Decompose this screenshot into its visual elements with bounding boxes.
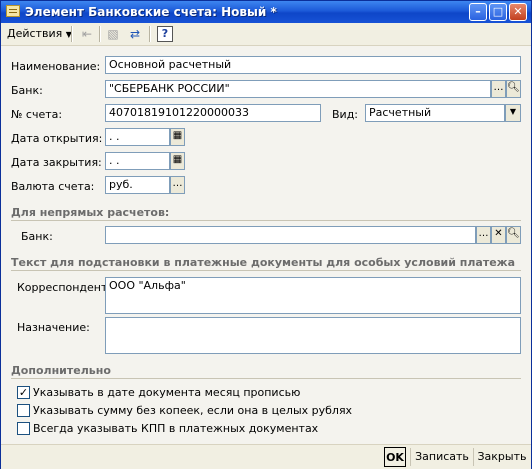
account-field[interactable]: 40701819101220000033 — [105, 104, 321, 122]
bottom-bar: OK Записать Закрыть — [1, 444, 531, 469]
account-label: № счета: — [11, 108, 63, 121]
section-divider — [11, 220, 521, 221]
ok-button[interactable]: OK — [384, 447, 406, 467]
kind-select[interactable]: Расчетный — [365, 104, 505, 122]
option-label-1: Указывать в дате документа месяц пропись… — [33, 386, 301, 399]
maximize-button[interactable]: □ — [489, 3, 507, 21]
structure-icon[interactable]: ▧ — [105, 26, 121, 42]
indirect-bank-search-icon[interactable]: 🔍︎ — [506, 226, 521, 244]
dialog-window: Элемент Банковские счета: Новый * – □ ✕ … — [0, 0, 532, 469]
bank-search-icon[interactable]: 🔍︎ — [506, 80, 521, 98]
open-date-field[interactable]: . . — [105, 128, 170, 146]
option-label-3: Всегда указывать КПП в платежных докумен… — [33, 422, 319, 435]
toolbar-separator — [71, 26, 73, 42]
indirect-bank-label: Банк: — [21, 230, 53, 243]
option-checkbox-2[interactable] — [17, 404, 30, 417]
indirect-bank-clear-icon[interactable]: ✕ — [491, 226, 506, 244]
correspondent-label: Корреспондент: — [17, 281, 112, 294]
open-date-label: Дата открытия: — [11, 132, 103, 145]
paydocs-section-title: Текст для подстановки в платежные докуме… — [11, 256, 516, 269]
correspondent-textarea[interactable]: ООО "Альфа" — [105, 277, 521, 314]
close-window-button[interactable]: ✕ — [509, 3, 527, 21]
currency-field[interactable]: руб. — [105, 176, 170, 194]
currency-label: Валюта счета: — [11, 180, 95, 193]
section-divider — [11, 270, 521, 271]
option-checkbox-3[interactable] — [17, 422, 30, 435]
go-to-parent-icon[interactable]: ⇤ — [79, 26, 95, 42]
actions-menu[interactable]: Действия ▼ — [7, 25, 72, 42]
indirect-bank-field[interactable] — [105, 226, 476, 244]
close-date-field[interactable]: . . — [105, 152, 170, 170]
purpose-label: Назначение: — [17, 321, 90, 334]
minimize-button[interactable]: – — [469, 3, 487, 21]
extra-section-title: Дополнительно — [11, 364, 111, 377]
name-label: Наименование: — [11, 60, 101, 73]
button-separator — [473, 448, 474, 466]
toolbar: Действия ▼ ⇤ ▧ ⇄ ? — [1, 23, 531, 46]
close-button[interactable]: Закрыть — [477, 447, 527, 467]
refresh-icon[interactable]: ⇄ — [127, 26, 143, 42]
toolbar-separator — [99, 26, 101, 42]
kind-dropdown-icon[interactable]: ▼ — [505, 104, 521, 122]
bank-select-button[interactable]: … — [491, 80, 506, 98]
purpose-textarea[interactable] — [105, 317, 521, 354]
toolbar-separator — [149, 26, 151, 42]
bank-label: Банк: — [11, 84, 43, 97]
open-date-calendar-icon[interactable]: ▦ — [170, 128, 185, 146]
window-title: Элемент Банковские счета: Новый * — [25, 5, 277, 19]
indirect-bank-select-button[interactable]: … — [476, 226, 491, 244]
indirect-section-title: Для непрямых расчетов: — [11, 206, 170, 219]
currency-select-button[interactable]: … — [170, 176, 185, 194]
button-separator — [410, 448, 411, 466]
title-bar[interactable]: Элемент Банковские счета: Новый * – □ ✕ — [1, 1, 531, 23]
kind-label: Вид: — [332, 108, 359, 121]
close-date-label: Дата закрытия: — [11, 156, 102, 169]
name-field[interactable]: Основной расчетный — [105, 56, 521, 74]
bank-field[interactable]: "СБЕРБАНК РОССИИ" — [105, 80, 491, 98]
actions-label: Действия — [7, 27, 63, 40]
option-label-2: Указывать сумму без копеек, если она в ц… — [33, 404, 353, 417]
close-date-calendar-icon[interactable]: ▦ — [170, 152, 185, 170]
option-checkbox-1[interactable]: ✓ — [17, 386, 30, 399]
save-button[interactable]: Записать — [414, 447, 470, 467]
help-icon[interactable]: ? — [157, 26, 173, 42]
document-icon — [6, 5, 20, 17]
section-divider — [11, 378, 521, 379]
